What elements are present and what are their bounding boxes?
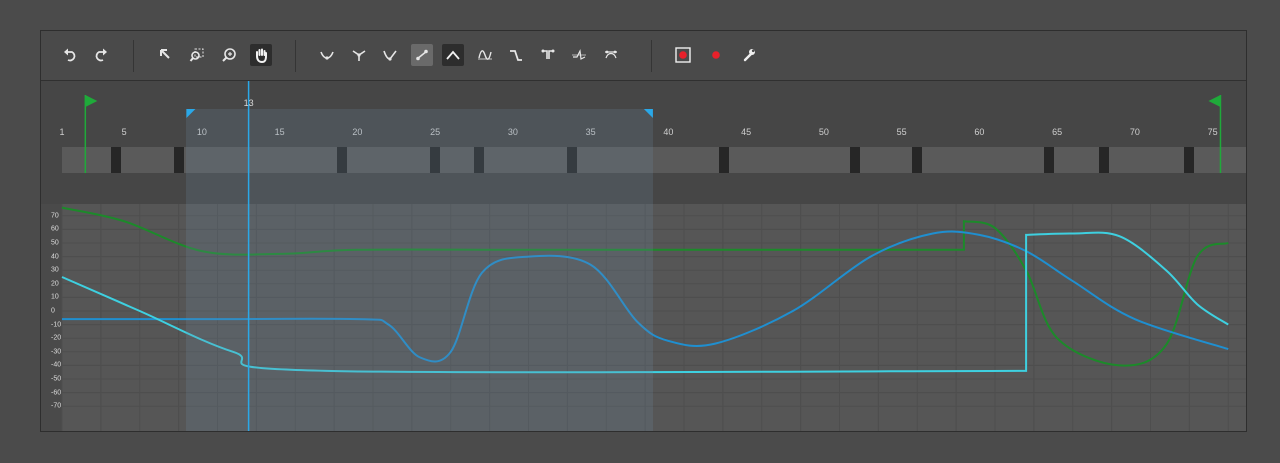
- select-arrow-button[interactable]: [154, 44, 176, 66]
- value-tick-label: 0: [51, 307, 55, 315]
- smooth-tangent-icon: [352, 50, 365, 61]
- timeline-ruler[interactable]: 1 5 10 15 20 25 30 35 40 45 50 55 60 65 70 75: [41, 81, 1246, 204]
- pan-hand-button[interactable]: [250, 44, 272, 66]
- ruler-tick-label: 20: [352, 127, 363, 137]
- record-toggle-icon: [675, 47, 691, 63]
- step-icon: [510, 50, 522, 61]
- ruler-tick-label: 65: [1052, 127, 1063, 137]
- keyframe-marker[interactable]: [473, 147, 484, 173]
- value-tick-label: -60: [51, 389, 62, 397]
- ruler-tick-label: 45: [741, 127, 752, 137]
- normalize-button[interactable]: [568, 44, 590, 66]
- toolbar-separator: [133, 40, 134, 72]
- peak-tangent-button[interactable]: [442, 44, 464, 66]
- keyframe-marker[interactable]: [912, 147, 923, 173]
- wave-icon: [477, 50, 492, 60]
- toolbar-separator: [295, 40, 296, 72]
- value-tick-label: -70: [51, 402, 62, 410]
- record-button[interactable]: [705, 44, 727, 66]
- undo-button[interactable]: [59, 44, 81, 66]
- auto-tangent-icon: [320, 51, 334, 60]
- value-tick-label: 10: [51, 293, 59, 301]
- ruler-tick-label: 10: [196, 127, 207, 137]
- broken-tangent-button[interactable]: [379, 44, 401, 66]
- wrench-button[interactable]: [738, 44, 760, 66]
- pan-hand-icon: [256, 48, 267, 63]
- value-tick-label: -50: [51, 375, 62, 383]
- value-tick-label: -40: [51, 361, 62, 369]
- broken-tangent-icon: [383, 50, 397, 61]
- value-tick-label: 40: [51, 253, 59, 261]
- ruler-tick-label: 60: [974, 127, 985, 137]
- flatten-keys-button[interactable]: [537, 44, 559, 66]
- ruler-tick-label: 25: [430, 127, 441, 137]
- value-tick-label: 20: [51, 280, 59, 288]
- redo-icon: [95, 48, 107, 62]
- ruler-tick-label: 55: [896, 127, 907, 137]
- undo-icon: [64, 48, 76, 62]
- ruler-tick-label: 1: [59, 127, 65, 137]
- zoom-icon: [222, 48, 236, 62]
- keyframe-marker[interactable]: [719, 147, 730, 173]
- ruler-tick-label: 50: [818, 127, 829, 137]
- keyframe-track[interactable]: [62, 147, 1246, 173]
- value-tick-label: 60: [51, 225, 59, 233]
- flatten-keys-icon: [541, 49, 554, 59]
- auto-tangent-button[interactable]: [316, 44, 338, 66]
- keyframe-marker[interactable]: [336, 147, 347, 173]
- keyframe-marker[interactable]: [1184, 147, 1195, 173]
- keyframe-marker[interactable]: [430, 147, 441, 173]
- ruler-tick-label: 5: [121, 127, 127, 137]
- toolbar-separator: [651, 40, 652, 72]
- value-tick-label: -10: [51, 321, 62, 329]
- normalize-icon: [572, 48, 586, 60]
- toolbar: [41, 31, 1246, 81]
- record-toggle-button[interactable]: [672, 44, 694, 66]
- keyframe-marker[interactable]: [1098, 147, 1109, 173]
- ruler-tick-label: 70: [1129, 127, 1140, 137]
- zoom-button[interactable]: [218, 44, 240, 66]
- keyframe-marker[interactable]: [850, 147, 861, 173]
- smooth-tangent-button[interactable]: [348, 44, 370, 66]
- curve-editor-panel: 1 5 10 15 20 25 30 35 40 45 50 55 60 65 70 75 70 60 50 40 3…: [40, 30, 1247, 432]
- keyframe-marker[interactable]: [1044, 147, 1055, 173]
- linear-tangent-button[interactable]: [410, 44, 433, 66]
- ruler-tick-label: 35: [585, 127, 596, 137]
- value-tick-label: 70: [51, 212, 59, 220]
- ruler-tick-label: 40: [663, 127, 674, 137]
- graph-background: [62, 204, 1246, 431]
- ruler-tick-label: 15: [274, 127, 285, 137]
- peak-tangent-icon: [446, 50, 460, 60]
- redo-button[interactable]: [90, 44, 112, 66]
- value-tick-label: 50: [51, 239, 59, 247]
- record-icon: [712, 51, 720, 59]
- keyframe-marker[interactable]: [567, 147, 578, 173]
- linear-tangent-icon: [415, 49, 428, 61]
- curve-graph[interactable]: 70 60 50 40 30 20 10 0 -10 -20 -30 -40 -50 -60 -70: [41, 204, 1246, 431]
- ruler-tick-label: 75: [1207, 127, 1218, 137]
- value-tick-label: -20: [51, 334, 62, 342]
- bezier-handles-icon: [604, 50, 617, 59]
- zoom-region-button[interactable]: [186, 44, 208, 66]
- keyframe-marker[interactable]: [111, 147, 122, 173]
- keyframe-marker[interactable]: [173, 147, 184, 173]
- value-tick-label: 30: [51, 266, 59, 274]
- wave-button[interactable]: [474, 44, 496, 66]
- wrench-icon: [743, 49, 755, 62]
- step-button[interactable]: [505, 44, 527, 66]
- ruler-tick-label: 30: [507, 127, 518, 137]
- value-tick-label: -30: [51, 348, 62, 356]
- zoom-region-icon: [189, 48, 204, 62]
- playhead-frame-label: 13: [243, 98, 254, 108]
- bezier-handles-button[interactable]: [600, 44, 622, 66]
- select-arrow-icon: [160, 49, 170, 59]
